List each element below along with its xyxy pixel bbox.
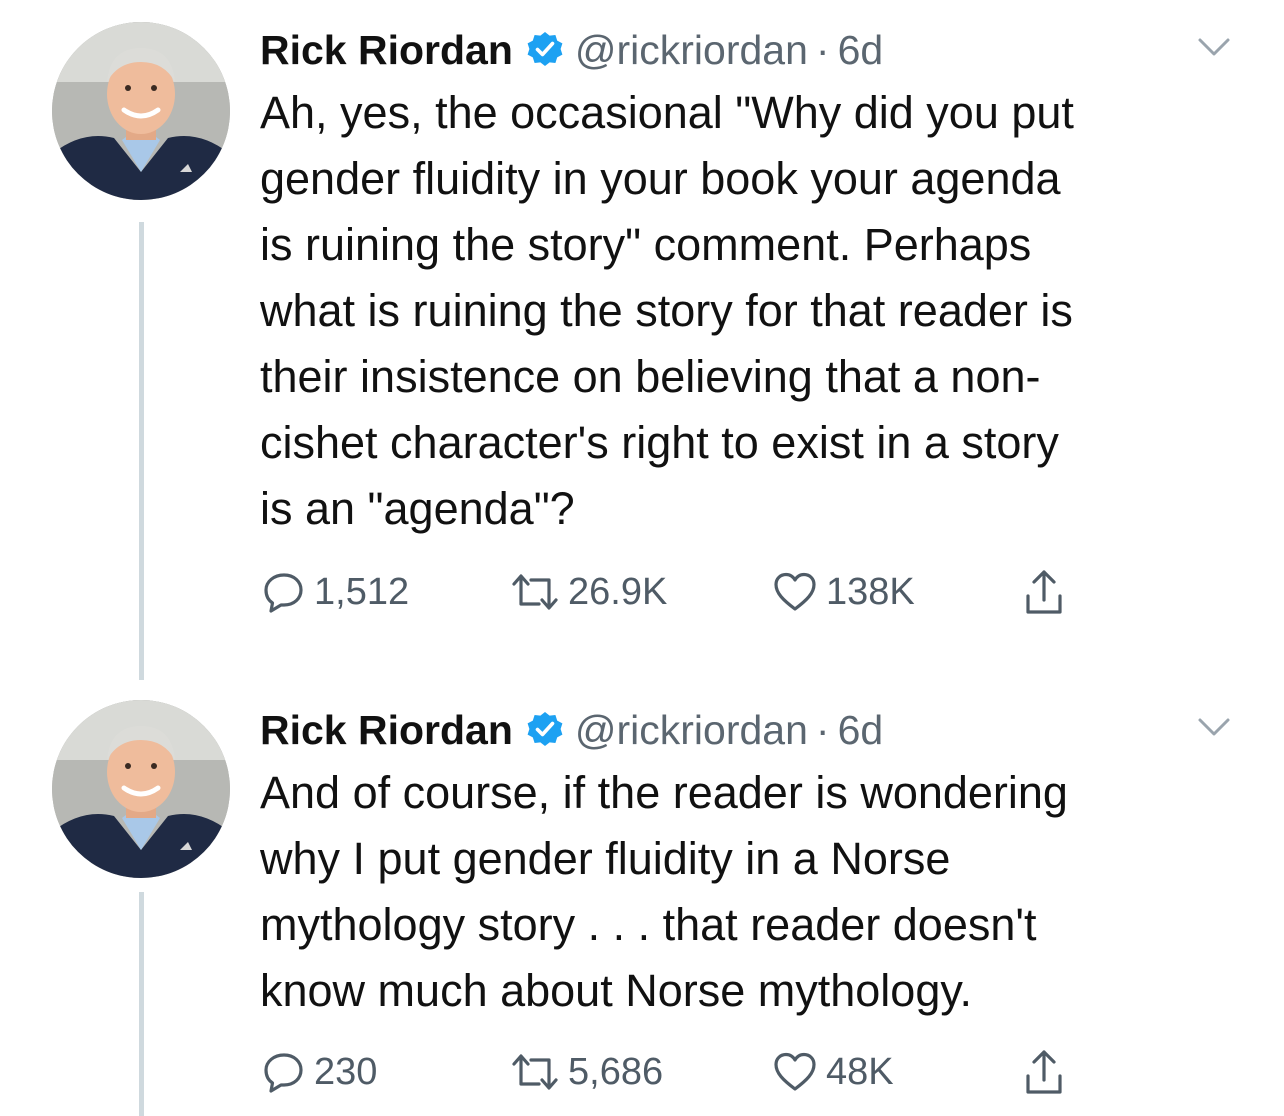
author-handle[interactable]: @rickriordan bbox=[575, 27, 808, 74]
tweet[interactable]: Rick Riordan @rickriordan · 6d Ah, yes, … bbox=[0, 0, 1284, 680]
author-name[interactable]: Rick Riordan bbox=[260, 707, 513, 754]
tweet-text-line: know much about Norse mythology. bbox=[260, 965, 973, 1016]
reply-button[interactable]: 230 bbox=[262, 1044, 377, 1100]
tweet-text-line: And of course, if the reader is wonderin… bbox=[260, 767, 1068, 818]
like-count: 48K bbox=[826, 1050, 894, 1093]
share-button[interactable] bbox=[1022, 1044, 1066, 1100]
tweet-header: Rick Riordan @rickriordan · 6d bbox=[260, 702, 1244, 758]
like-button[interactable]: 48K bbox=[772, 1044, 894, 1100]
share-icon bbox=[1026, 570, 1062, 614]
avatar[interactable] bbox=[52, 700, 230, 878]
avatar[interactable] bbox=[52, 22, 230, 200]
tweet-text-line: gender fluidity in your book your agenda bbox=[260, 153, 1061, 204]
tweet-text-line: what is ruining the story for that reade… bbox=[260, 285, 1073, 336]
like-button[interactable]: 138K bbox=[772, 564, 915, 620]
reply-icon bbox=[264, 573, 303, 613]
retweet-count: 5,686 bbox=[568, 1050, 664, 1093]
reply-count: 1,512 bbox=[314, 570, 410, 613]
tweet-text-line: cishet character's right to exist in a s… bbox=[260, 417, 1059, 468]
tweet-text-line: their insistence on believing that a non… bbox=[260, 351, 1041, 402]
author-name[interactable]: Rick Riordan bbox=[260, 27, 513, 74]
timestamp[interactable]: 6d bbox=[838, 27, 884, 74]
tweet-actions: 230 5,686 48K bbox=[262, 1044, 1122, 1100]
share-button[interactable] bbox=[1022, 564, 1066, 620]
retweet-icon bbox=[512, 1054, 558, 1090]
reply-button[interactable]: 1,512 bbox=[262, 564, 409, 620]
separator-dot: · bbox=[815, 26, 830, 73]
tweet[interactable]: Rick Riordan @rickriordan · 6d And of co… bbox=[0, 680, 1284, 1116]
avatar-photo bbox=[52, 700, 230, 878]
timestamp[interactable]: 6d bbox=[838, 707, 884, 754]
reply-count: 230 bbox=[314, 1050, 378, 1093]
retweet-count: 26.9K bbox=[568, 570, 668, 613]
thread-connector-line bbox=[139, 222, 144, 680]
retweet-button[interactable]: 26.9K bbox=[510, 564, 667, 620]
heart-icon bbox=[774, 1052, 816, 1091]
chevron-down-icon[interactable] bbox=[1194, 712, 1234, 742]
retweet-icon bbox=[512, 574, 558, 610]
verified-badge-icon bbox=[525, 710, 565, 750]
share-icon bbox=[1026, 1050, 1062, 1094]
chevron-down-icon[interactable] bbox=[1194, 32, 1234, 62]
tweet-text-line: Ah, yes, the occasional "Why did you put bbox=[260, 87, 1074, 138]
tweet-text-line: is an "agenda"? bbox=[260, 483, 575, 534]
avatar-photo bbox=[52, 22, 230, 200]
separator-dot: · bbox=[815, 706, 830, 753]
tweet-text-line: mythology story . . . that reader doesn'… bbox=[260, 899, 1037, 950]
tweet-text: And of course, if the reader is wonderin… bbox=[260, 760, 1250, 1024]
like-count: 138K bbox=[826, 570, 915, 613]
retweet-button[interactable]: 5,686 bbox=[510, 1044, 663, 1100]
author-handle[interactable]: @rickriordan bbox=[575, 707, 808, 754]
tweet-header: Rick Riordan @rickriordan · 6d bbox=[260, 22, 1244, 78]
reply-icon bbox=[264, 1053, 303, 1093]
heart-icon bbox=[774, 572, 816, 611]
thread-connector-line bbox=[139, 892, 144, 1116]
tweet-text: Ah, yes, the occasional "Why did you put… bbox=[260, 80, 1250, 542]
verified-badge-icon bbox=[525, 30, 565, 70]
tweet-text-line: is ruining the story" comment. Perhaps bbox=[260, 219, 1032, 270]
tweet-actions: 1,512 26.9K 138K bbox=[262, 564, 1122, 620]
tweet-text-line: why I put gender fluidity in a Norse bbox=[260, 833, 951, 884]
